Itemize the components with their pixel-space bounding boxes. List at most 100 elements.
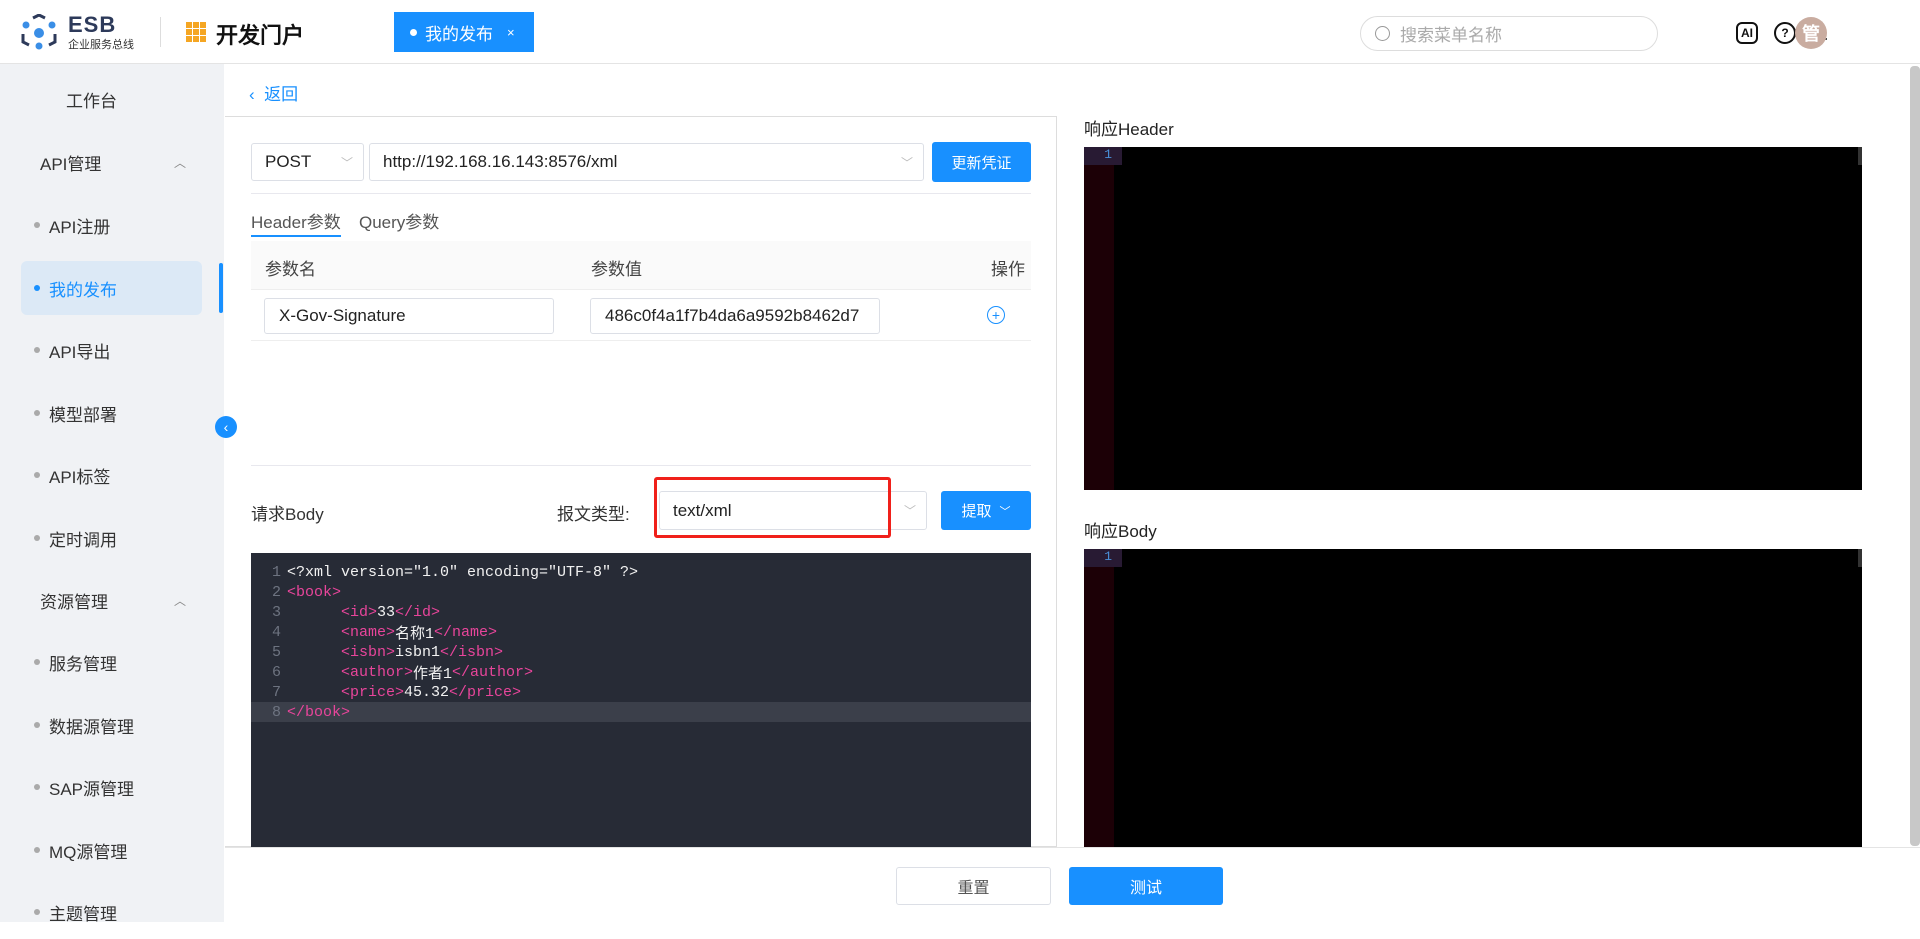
highlight-box (654, 477, 891, 538)
chevron-up-icon: ︿ (174, 155, 187, 170)
line-number: 8 (271, 703, 281, 721)
code-token: 45.32 (404, 683, 450, 701)
url-value: http://192.168.16.143:8576/xml (383, 152, 618, 171)
tab-query-params[interactable]: Query参数 (359, 208, 439, 233)
sidebar-item[interactable]: 数据源管理 (21, 698, 202, 752)
code-line: 3 <id> 33 </id> (251, 602, 1031, 622)
divider (251, 465, 1031, 466)
line-number: 1 (1084, 147, 1122, 165)
search-icon (1375, 26, 1390, 41)
portal-title: 开发门户 (216, 23, 305, 48)
sidebar-item-label: 资源管理 (40, 592, 108, 612)
code-line: 4 <name> 名称1 </name> (251, 622, 1031, 643)
avatar[interactable]: 管 (1795, 17, 1827, 49)
chevron-down-icon: ﹀ (900, 155, 913, 170)
line-number: 5 (271, 643, 281, 661)
code-token: <?xml version="1.0" encoding="UTF-8" ?> (287, 563, 639, 581)
divider (251, 193, 1031, 194)
sidebar-item-label: API注册 (49, 217, 111, 237)
param-name-input[interactable]: X-Gov-Signature (264, 298, 554, 334)
line-number: 7 (271, 683, 281, 701)
chevron-down-icon: ﹀ (340, 155, 353, 170)
menu-search-input[interactable]: 搜索菜单名称 (1360, 16, 1658, 51)
chevron-down-icon: ﹀ (999, 505, 1011, 518)
code-token: </isbn> (440, 643, 504, 661)
col-name: 参数名 (265, 260, 316, 279)
sidebar-item-label: API标签 (49, 467, 111, 487)
sidebar-item-label: 服务管理 (49, 654, 117, 674)
help-icon[interactable]: ? (1774, 22, 1796, 44)
extract-label: 提取 (961, 503, 992, 520)
sidebar-item[interactable]: MQ源管理 (21, 823, 202, 877)
scrollbar[interactable] (1858, 147, 1862, 165)
refresh-credentials-button[interactable]: 更新凭证 (932, 142, 1031, 182)
response-body-editor[interactable]: 1 (1084, 549, 1862, 847)
sidebar-item[interactable]: 我的发布 (21, 261, 202, 315)
sidebar-item-label: 模型部署 (49, 405, 117, 425)
param-value-input[interactable]: 486c0f4a1f7b4da6a9592b8462d7 (590, 298, 880, 334)
ai-icon[interactable]: AI (1736, 22, 1758, 44)
sidebar-item[interactable]: SAP源管理 (21, 760, 202, 814)
sidebar-item-label: 我的发布 (49, 280, 117, 300)
request-body-label: 请求Body (251, 505, 324, 524)
sidebar-item-label: MQ源管理 (49, 842, 128, 862)
url-select[interactable]: http://192.168.16.143:8576/xml ﹀ (369, 143, 924, 181)
code-token: </author> (452, 663, 534, 681)
test-button[interactable]: 测试 (1069, 867, 1223, 905)
sidebar-item[interactable]: 主题管理 (21, 885, 202, 939)
code-token: <author> (341, 663, 414, 681)
response-body-label: 响应Body (1084, 522, 1157, 541)
sidebar-item[interactable]: 工作台 (21, 72, 202, 126)
page-scrollbar[interactable] (1910, 66, 1920, 846)
request-body-editor[interactable]: 1 <?xml version="1.0" encoding="UTF-8" ?>… (251, 553, 1031, 847)
sidebar-item-label: 主题管理 (49, 904, 117, 924)
top-bar: ESB 企业服务总线 开发门户 我的发布 × 搜索菜单名称 AI ? 管 (0, 0, 1920, 64)
line-number: 3 (271, 603, 281, 621)
logo-title: ESB (68, 12, 117, 37)
tab-my-publish[interactable]: 我的发布 × (394, 12, 534, 52)
method-select[interactable]: POST ﹀ (251, 143, 364, 181)
params-table-header: 参数名 参数值 操作 (251, 241, 1031, 290)
line-number: 2 (271, 583, 281, 601)
code-token: <price> (341, 683, 405, 701)
code-line: 1 <?xml version="1.0" encoding="UTF-8" ?> (251, 562, 1031, 582)
back-label: 返回 (264, 85, 299, 104)
sidebar-item[interactable]: API注册 (21, 198, 202, 252)
sidebar-item[interactable]: 模型部署 (21, 386, 202, 440)
back-link[interactable]: ‹ 返回 (249, 80, 298, 105)
reset-button[interactable]: 重置 (896, 867, 1051, 905)
chevron-up-icon: ︿ (174, 593, 187, 608)
dot-icon (410, 28, 417, 36)
response-header-label: 响应Header (1084, 120, 1174, 139)
extract-button[interactable]: 提取 ﹀ (941, 491, 1031, 530)
sidebar-item[interactable]: 资源管理 ︿ (21, 573, 202, 627)
tab-header-params[interactable]: Header参数 (251, 208, 341, 237)
scrollbar[interactable] (1858, 549, 1862, 567)
add-param-icon[interactable]: + (987, 306, 1005, 324)
code-token: </id> (395, 603, 441, 621)
close-icon[interactable]: × (507, 25, 515, 40)
code-token: </name> (434, 623, 498, 641)
method-value: POST (265, 152, 312, 171)
sidebar-item[interactable]: API导出 (21, 323, 202, 377)
tab-label: 我的发布 (425, 24, 493, 44)
code-token: <book> (287, 583, 342, 601)
divider (160, 17, 161, 47)
sidebar-item-label: SAP源管理 (49, 779, 135, 799)
code-token: isbn1 (395, 643, 441, 661)
apps-grid-icon (186, 22, 206, 42)
code-line: 8 </book> (251, 702, 1031, 722)
code-token: 名称1 (395, 625, 435, 643)
response-header-editor[interactable]: 1 (1084, 147, 1862, 490)
sidebar-item[interactable]: 服务管理 (21, 635, 202, 689)
sidebar-item[interactable]: API管理 ︿ (21, 135, 202, 189)
sidebar-item[interactable]: 定时调用 (21, 511, 202, 565)
sidebar-item[interactable]: API标签 (21, 448, 202, 502)
col-action: 操作 (991, 260, 1025, 279)
line-number: 1 (1084, 549, 1122, 567)
